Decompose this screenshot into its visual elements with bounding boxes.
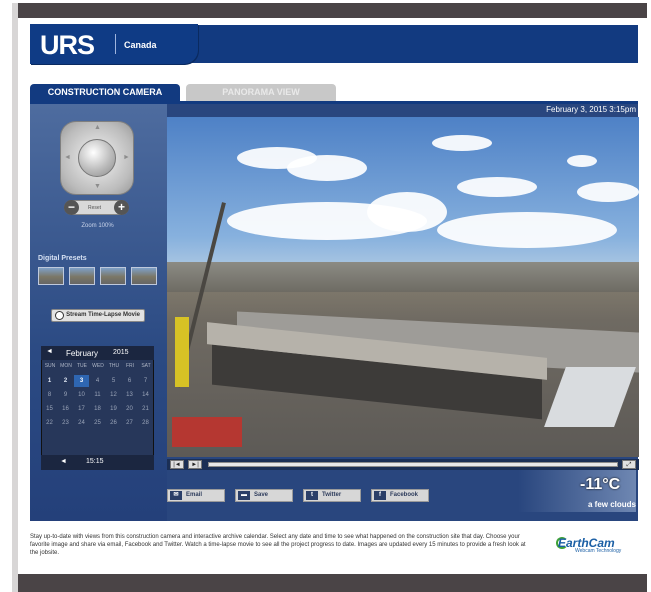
calendar-day[interactable]: 8 <box>42 389 57 401</box>
calendar-day[interactable]: 3 <box>74 375 89 387</box>
weather-temperature: -11°C <box>580 476 621 493</box>
day-of-week-label: WED <box>92 363 104 369</box>
twitter-icon: t <box>306 491 318 500</box>
calendar-day[interactable]: 11 <box>90 389 105 401</box>
crane-base <box>175 317 189 387</box>
red-equipment <box>172 417 242 447</box>
timeline-scrubber[interactable] <box>208 462 618 467</box>
preset-thumbnail[interactable] <box>100 267 126 285</box>
cloud <box>567 155 597 167</box>
calendar-day[interactable]: 21 <box>138 403 153 415</box>
calendar-day[interactable]: 27 <box>122 417 137 429</box>
arrow-right-icon[interactable]: ► <box>123 154 130 161</box>
calendar-day[interactable]: 16 <box>58 403 73 415</box>
page-frame: URS Canada CONSTRUCTION CAMERA PANORAMA … <box>0 0 651 592</box>
description-text: Stay up-to-date with views from this con… <box>30 534 526 556</box>
calendar-day[interactable]: 1 <box>42 375 57 387</box>
calendar-month: February <box>66 349 99 358</box>
calendar-day[interactable]: 15 <box>42 403 57 415</box>
arrow-left-icon[interactable]: ◄ <box>64 154 71 161</box>
calendar-day[interactable]: 9 <box>58 389 73 401</box>
day-of-week-label: TUE <box>77 363 87 369</box>
facebook-button[interactable]: f Facebook <box>371 489 429 502</box>
email-label: Email <box>186 492 203 498</box>
selected-time[interactable]: 15:15 <box>86 458 104 465</box>
calendar-day[interactable]: 17 <box>74 403 89 415</box>
facebook-icon: f <box>374 491 386 500</box>
urs-logo: URS <box>40 30 95 60</box>
calendar-day[interactable]: 4 <box>90 375 105 387</box>
rewind-button[interactable]: |◄ <box>170 460 184 469</box>
stream-timelapse-button[interactable]: Stream Time-Lapse Movie <box>51 309 145 322</box>
calendar-day[interactable]: 10 <box>74 389 89 401</box>
calendar-day[interactable]: 20 <box>122 403 137 415</box>
day-of-week-label: MON <box>60 363 72 369</box>
twitter-label: Twitter <box>322 492 342 498</box>
folder-icon: ▬ <box>238 491 250 500</box>
cloud <box>437 212 617 248</box>
calendar-day[interactable]: 6 <box>122 375 137 387</box>
zoom-in-button[interactable]: + <box>114 200 129 215</box>
logo-separator <box>115 34 116 54</box>
day-of-week-label: FRI <box>125 363 135 369</box>
arrow-down-icon[interactable]: ▼ <box>94 183 101 190</box>
cloud <box>367 192 447 232</box>
calendar-day[interactable]: 13 <box>122 389 137 401</box>
calendar-day[interactable]: 12 <box>106 389 121 401</box>
cloud <box>287 155 367 181</box>
preset-thumbnail[interactable] <box>131 267 157 285</box>
cloud <box>457 177 537 197</box>
calendar-year: 2015 <box>113 349 129 356</box>
image-timestamp: February 3, 2015 3:15pm <box>546 105 636 114</box>
presets-title: Digital Presets <box>38 255 87 262</box>
calendar-day[interactable]: 22 <box>42 417 57 429</box>
day-of-week-label: SUN <box>44 363 56 369</box>
zoom-out-button[interactable]: − <box>64 200 79 215</box>
calendar-day[interactable]: 28 <box>138 417 153 429</box>
day-of-week-label: SAT <box>141 363 151 369</box>
cloud <box>577 182 639 202</box>
calendar-day[interactable]: 24 <box>74 417 89 429</box>
calendar-day[interactable]: 23 <box>58 417 73 429</box>
facebook-label: Facebook <box>390 492 419 498</box>
stream-label: Stream Time-Lapse Movie <box>66 312 140 318</box>
tab-panorama-view[interactable]: PANORAMA VIEW <box>186 84 336 101</box>
calendar-day[interactable]: 7 <box>138 375 153 387</box>
calendar-day[interactable]: 18 <box>90 403 105 415</box>
top-bar <box>18 3 647 18</box>
fullscreen-button[interactable]: ⤢ <box>622 460 636 469</box>
joystick-knob[interactable] <box>78 139 116 177</box>
calendar-day[interactable]: 26 <box>106 417 121 429</box>
earthcam-tagline: Webcam Technology <box>575 548 622 554</box>
arrow-up-icon[interactable]: ▲ <box>94 124 101 131</box>
zoom-level: Zoom 100% <box>81 223 114 229</box>
logo-subtitle: Canada <box>124 40 157 50</box>
calendar-day[interactable]: 2 <box>58 375 73 387</box>
calendar-day[interactable]: 14 <box>138 389 153 401</box>
email-button[interactable]: ✉ Email <box>167 489 225 502</box>
twitter-button[interactable]: t Twitter <box>303 489 361 502</box>
calendar-day[interactable]: 25 <box>90 417 105 429</box>
left-gutter <box>12 3 18 592</box>
city-skyline <box>167 262 639 292</box>
prev-month-button[interactable]: ◄ <box>46 348 53 355</box>
weather-condition: a few clouds <box>587 500 636 509</box>
envelope-icon: ✉ <box>170 491 182 500</box>
calendar-day[interactable]: 19 <box>106 403 121 415</box>
cloud <box>432 135 492 151</box>
save-label: Save <box>254 492 269 498</box>
preset-thumbnail[interactable] <box>38 267 64 285</box>
tab-construction-camera[interactable]: CONSTRUCTION CAMERA <box>30 84 180 101</box>
day-of-week-label: THU <box>108 363 120 369</box>
zoom-reset[interactable]: Reset <box>88 205 101 211</box>
clock-icon <box>55 311 64 320</box>
camera-image[interactable] <box>167 117 639 457</box>
save-button[interactable]: ▬ Save <box>235 489 293 502</box>
step-forward-button[interactable]: ►| <box>188 460 202 469</box>
calendar-day[interactable]: 5 <box>106 375 121 387</box>
bottom-bar <box>18 574 647 592</box>
prev-time-button[interactable]: ◄ <box>60 458 67 465</box>
preset-thumbnail[interactable] <box>69 267 95 285</box>
